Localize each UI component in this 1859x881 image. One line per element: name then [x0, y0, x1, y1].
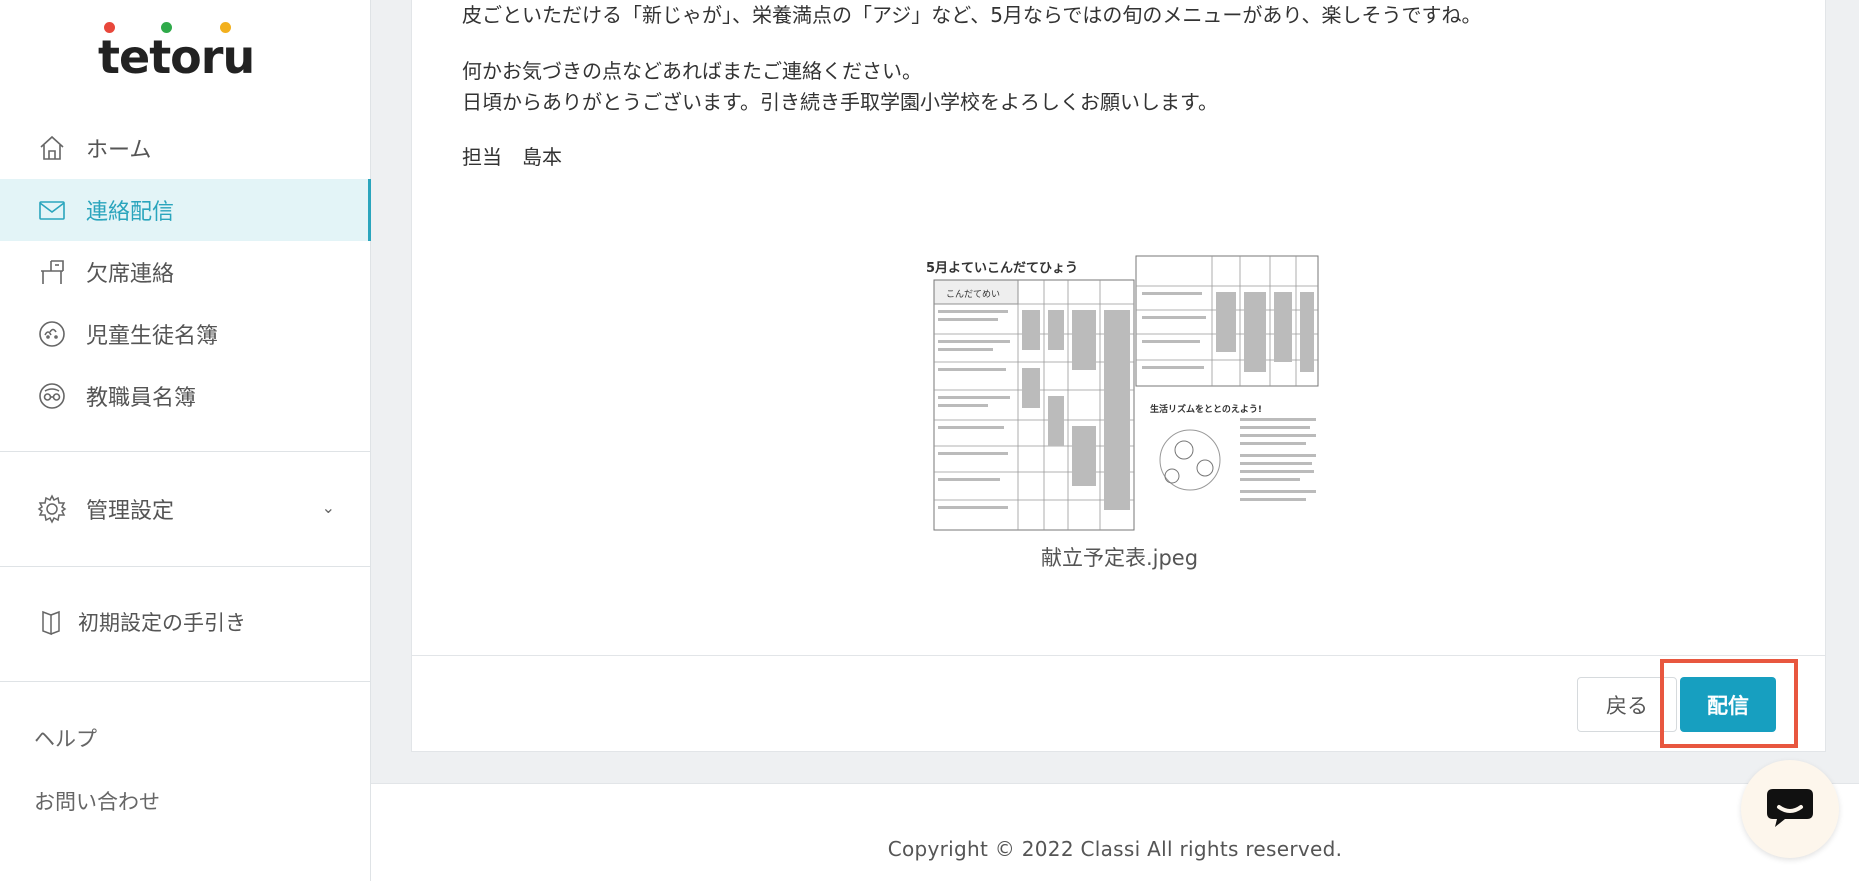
message-line: 何かお気づきの点などあればまたご連絡ください。: [462, 59, 922, 83]
sidebar-item-label: 連絡配信: [86, 200, 175, 225]
sidebar-item-label: 管理設定: [86, 499, 175, 524]
sidebar-nav: ホーム 連絡配信 欠席連絡 児童生徒名簿 教職員名簿: [0, 117, 371, 427]
sidebar-settings-wrap: 管理設定 ⌄: [0, 478, 371, 540]
chevron-down-icon: ⌄: [321, 498, 335, 517]
message-line: 皮ごといただける「新じゃが」、栄養満点の「アジ」など、5月ならではの旬のメニュー…: [462, 3, 1482, 27]
attachment-col-header: こんだてめい: [946, 289, 1000, 300]
sidebar-item-label: 児童生徒名簿: [86, 324, 219, 349]
sidebar: tetoru ホーム 連絡配信 欠席連絡 児童生徒名簿 教職員名簿 管理設定 ⌄…: [0, 0, 371, 881]
attachment-subtitle: 生活リズムをととのえよう!: [1150, 403, 1262, 415]
sidebar-item-label: 初期設定の手引き: [78, 611, 246, 635]
send-button-highlight: [1660, 659, 1798, 748]
message-line: 日頃からありがとうございます。引き続き手取学園小学校をよろしくお願いします。: [462, 90, 1218, 114]
contact-link[interactable]: お問い合わせ: [34, 786, 160, 816]
gear-icon: [36, 493, 68, 525]
attachment-title: 5月よていこんだてひょう: [926, 261, 1078, 276]
sidebar-divider: [0, 566, 371, 567]
chat-bubble-icon: [1763, 785, 1817, 833]
sidebar-divider: [0, 681, 371, 682]
sidebar-item-students[interactable]: 児童生徒名簿: [0, 303, 371, 365]
sidebar-item-home[interactable]: ホーム: [0, 117, 371, 179]
card-footer: 戻る 配信: [412, 655, 1825, 752]
mail-icon: [36, 194, 68, 226]
sidebar-item-label: ホーム: [86, 138, 152, 163]
sidebar-item-label: 欠席連絡: [86, 262, 175, 287]
sidebar-item-staff[interactable]: 教職員名簿: [0, 365, 371, 427]
sidebar-item-absence[interactable]: 欠席連絡: [0, 241, 371, 303]
sidebar-guide-wrap: 初期設定の手引き: [0, 591, 371, 653]
sidebar-item-messages[interactable]: 連絡配信: [0, 179, 371, 241]
sidebar-item-label: 教職員名簿: [86, 386, 197, 411]
student-face-icon: [36, 318, 68, 350]
message-preview-card: 皮ごといただける「新じゃが」、栄養満点の「アジ」など、5月ならではの旬のメニュー…: [411, 0, 1826, 752]
message-signature: 担当 島本: [462, 145, 562, 169]
book-icon: [36, 606, 68, 638]
desk-icon: [36, 256, 68, 288]
sidebar-item-guide[interactable]: 初期設定の手引き: [0, 591, 371, 653]
home-icon: [36, 132, 68, 164]
tetoru-logo[interactable]: tetoru: [98, 20, 278, 84]
help-link[interactable]: ヘルプ: [34, 723, 97, 753]
attachment-filename[interactable]: 献立予定表.jpeg: [412, 542, 1827, 572]
logo-wordmark: tetoru: [98, 30, 255, 84]
teacher-face-icon: [36, 380, 68, 412]
sidebar-item-settings[interactable]: 管理設定 ⌄: [0, 478, 371, 540]
page-footer: Copyright © 2022 Classi All rights reser…: [371, 783, 1859, 881]
sidebar-divider: [0, 451, 371, 452]
chat-support-button[interactable]: [1741, 760, 1839, 858]
attachment-thumbnail[interactable]: 5月よていこんだてひょう こんだてめい 生活リズムをととのえよう!: [922, 250, 1332, 533]
copyright-text: Copyright © 2022 Classi All rights reser…: [887, 837, 1343, 861]
message-body: 皮ごといただける「新じゃが」、栄養満点の「アジ」など、5月ならではの旬のメニュー…: [462, 0, 1482, 173]
